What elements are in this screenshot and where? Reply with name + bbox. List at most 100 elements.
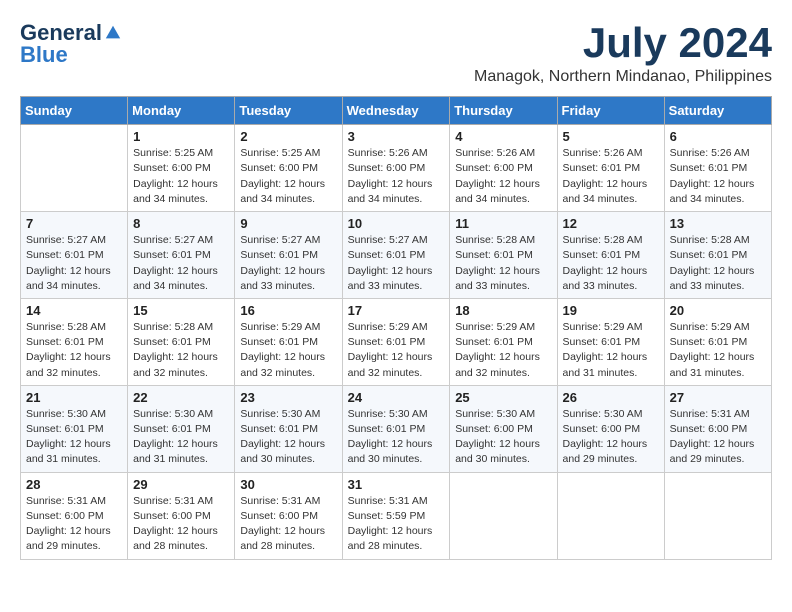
day-number: 11	[455, 216, 551, 231]
table-row: 6 Sunrise: 5:26 AMSunset: 6:01 PMDaylight…	[664, 125, 771, 212]
day-number: 6	[670, 129, 766, 144]
day-info: Sunrise: 5:30 AMSunset: 6:00 PMDaylight:…	[455, 407, 551, 468]
calendar-week-row: 1 Sunrise: 5:25 AMSunset: 6:00 PMDaylight…	[21, 125, 772, 212]
day-number: 23	[240, 390, 336, 405]
day-info: Sunrise: 5:26 AMSunset: 6:01 PMDaylight:…	[670, 146, 766, 207]
table-row: 25 Sunrise: 5:30 AMSunset: 6:00 PMDayligh…	[450, 385, 557, 472]
day-info: Sunrise: 5:31 AMSunset: 6:00 PMDaylight:…	[133, 494, 229, 555]
day-number: 15	[133, 303, 229, 318]
calendar-week-row: 14Sunrise: 5:28 AMSunset: 6:01 PMDayligh…	[21, 298, 772, 385]
table-row: 1 Sunrise: 5:25 AMSunset: 6:00 PMDaylight…	[128, 125, 235, 212]
day-info: Sunrise: 5:30 AMSunset: 6:01 PMDaylight:…	[240, 407, 336, 468]
table-row: 20Sunrise: 5:29 AMSunset: 6:01 PMDayligh…	[664, 298, 771, 385]
day-number: 24	[348, 390, 445, 405]
day-info: Sunrise: 5:30 AMSunset: 6:00 PMDaylight:…	[563, 407, 659, 468]
calendar-header-row: Sunday Monday Tuesday Wednesday Thursday…	[21, 97, 772, 125]
col-thursday: Thursday	[450, 97, 557, 125]
day-number: 25	[455, 390, 551, 405]
table-row: 11Sunrise: 5:28 AMSunset: 6:01 PMDayligh…	[450, 212, 557, 299]
title-block: July 2024 Managok, Northern Mindanao, Ph…	[474, 20, 772, 86]
table-row: 15 Sunrise: 5:28 AMSunset: 6:01 PMDayligh…	[128, 298, 235, 385]
table-row: 24 Sunrise: 5:30 AMSunset: 6:01 PMDayligh…	[342, 385, 450, 472]
day-info: Sunrise: 5:30 AMSunset: 6:01 PMDaylight:…	[133, 407, 229, 468]
day-number: 22	[133, 390, 229, 405]
day-info: Sunrise: 5:25 AMSunset: 6:00 PMDaylight:…	[240, 146, 336, 207]
table-row: 26 Sunrise: 5:30 AMSunset: 6:00 PMDayligh…	[557, 385, 664, 472]
day-number: 13	[670, 216, 766, 231]
day-number: 5	[563, 129, 659, 144]
day-info: Sunrise: 5:27 AMSunset: 6:01 PMDaylight:…	[240, 233, 336, 294]
day-info: Sunrise: 5:25 AMSunset: 6:00 PMDaylight:…	[133, 146, 229, 207]
day-info: Sunrise: 5:26 AMSunset: 6:00 PMDaylight:…	[348, 146, 445, 207]
day-info: Sunrise: 5:28 AMSunset: 6:01 PMDaylight:…	[563, 233, 659, 294]
table-row: 21 Sunrise: 5:30 AMSunset: 6:01 PMDayligh…	[21, 385, 128, 472]
day-info: Sunrise: 5:27 AMSunset: 6:01 PMDaylight:…	[348, 233, 445, 294]
table-row: 14Sunrise: 5:28 AMSunset: 6:01 PMDayligh…	[21, 298, 128, 385]
day-info: Sunrise: 5:27 AMSunset: 6:01 PMDaylight:…	[26, 233, 122, 294]
day-number: 9	[240, 216, 336, 231]
calendar-table: Sunday Monday Tuesday Wednesday Thursday…	[20, 96, 772, 559]
day-info: Sunrise: 5:28 AMSunset: 6:01 PMDaylight:…	[133, 320, 229, 381]
day-number: 3	[348, 129, 445, 144]
day-info: Sunrise: 5:29 AMSunset: 6:01 PMDaylight:…	[348, 320, 445, 381]
col-wednesday: Wednesday	[342, 97, 450, 125]
page-header: General Blue July 2024 Managok, Northern…	[20, 20, 772, 86]
location-subtitle: Managok, Northern Mindanao, Philippines	[474, 68, 772, 86]
day-number: 31	[348, 477, 445, 492]
day-number: 27	[670, 390, 766, 405]
table-row: 29 Sunrise: 5:31 AMSunset: 6:00 PMDayligh…	[128, 472, 235, 559]
day-number: 2	[240, 129, 336, 144]
table-row	[664, 472, 771, 559]
day-info: Sunrise: 5:31 AMSunset: 5:59 PMDaylight:…	[348, 494, 445, 555]
day-info: Sunrise: 5:30 AMSunset: 6:01 PMDaylight:…	[348, 407, 445, 468]
day-info: Sunrise: 5:30 AMSunset: 6:01 PMDaylight:…	[26, 407, 122, 468]
table-row	[450, 472, 557, 559]
table-row: 22 Sunrise: 5:30 AMSunset: 6:01 PMDayligh…	[128, 385, 235, 472]
table-row: 10Sunrise: 5:27 AMSunset: 6:01 PMDayligh…	[342, 212, 450, 299]
day-info: Sunrise: 5:26 AMSunset: 6:00 PMDaylight:…	[455, 146, 551, 207]
day-info: Sunrise: 5:26 AMSunset: 6:01 PMDaylight:…	[563, 146, 659, 207]
table-row: 17Sunrise: 5:29 AMSunset: 6:01 PMDayligh…	[342, 298, 450, 385]
table-row: 30Sunrise: 5:31 AMSunset: 6:00 PMDayligh…	[235, 472, 342, 559]
table-row: 23 Sunrise: 5:30 AMSunset: 6:01 PMDayligh…	[235, 385, 342, 472]
day-number: 21	[26, 390, 122, 405]
day-number: 26	[563, 390, 659, 405]
day-number: 1	[133, 129, 229, 144]
day-number: 7	[26, 216, 122, 231]
day-info: Sunrise: 5:29 AMSunset: 6:01 PMDaylight:…	[670, 320, 766, 381]
table-row: 18 Sunrise: 5:29 AMSunset: 6:01 PMDayligh…	[450, 298, 557, 385]
table-row: 5 Sunrise: 5:26 AMSunset: 6:01 PMDaylight…	[557, 125, 664, 212]
calendar-week-row: 21 Sunrise: 5:30 AMSunset: 6:01 PMDayligh…	[21, 385, 772, 472]
calendar-week-row: 7 Sunrise: 5:27 AMSunset: 6:01 PMDaylight…	[21, 212, 772, 299]
table-row: 12Sunrise: 5:28 AMSunset: 6:01 PMDayligh…	[557, 212, 664, 299]
day-number: 29	[133, 477, 229, 492]
day-number: 18	[455, 303, 551, 318]
day-info: Sunrise: 5:29 AMSunset: 6:01 PMDaylight:…	[455, 320, 551, 381]
logo-icon	[104, 24, 122, 42]
day-number: 28	[26, 477, 122, 492]
table-row: 2 Sunrise: 5:25 AMSunset: 6:00 PMDaylight…	[235, 125, 342, 212]
col-sunday: Sunday	[21, 97, 128, 125]
table-row	[557, 472, 664, 559]
day-info: Sunrise: 5:31 AMSunset: 6:00 PMDaylight:…	[26, 494, 122, 555]
day-info: Sunrise: 5:28 AMSunset: 6:01 PMDaylight:…	[670, 233, 766, 294]
table-row: 31 Sunrise: 5:31 AMSunset: 5:59 PMDayligh…	[342, 472, 450, 559]
table-row: 16Sunrise: 5:29 AMSunset: 6:01 PMDayligh…	[235, 298, 342, 385]
table-row: 19 Sunrise: 5:29 AMSunset: 6:01 PMDayligh…	[557, 298, 664, 385]
day-number: 19	[563, 303, 659, 318]
col-monday: Monday	[128, 97, 235, 125]
day-info: Sunrise: 5:31 AMSunset: 6:00 PMDaylight:…	[670, 407, 766, 468]
table-row: 28 Sunrise: 5:31 AMSunset: 6:00 PMDayligh…	[21, 472, 128, 559]
calendar-week-row: 28 Sunrise: 5:31 AMSunset: 6:00 PMDayligh…	[21, 472, 772, 559]
col-saturday: Saturday	[664, 97, 771, 125]
table-row: 3 Sunrise: 5:26 AMSunset: 6:00 PMDaylight…	[342, 125, 450, 212]
day-info: Sunrise: 5:31 AMSunset: 6:00 PMDaylight:…	[240, 494, 336, 555]
table-row: 7 Sunrise: 5:27 AMSunset: 6:01 PMDaylight…	[21, 212, 128, 299]
day-info: Sunrise: 5:29 AMSunset: 6:01 PMDaylight:…	[563, 320, 659, 381]
day-info: Sunrise: 5:27 AMSunset: 6:01 PMDaylight:…	[133, 233, 229, 294]
col-tuesday: Tuesday	[235, 97, 342, 125]
table-row: 13 Sunrise: 5:28 AMSunset: 6:01 PMDayligh…	[664, 212, 771, 299]
day-number: 16	[240, 303, 336, 318]
table-row: 27 Sunrise: 5:31 AMSunset: 6:00 PMDayligh…	[664, 385, 771, 472]
logo-blue-text: Blue	[20, 42, 68, 68]
